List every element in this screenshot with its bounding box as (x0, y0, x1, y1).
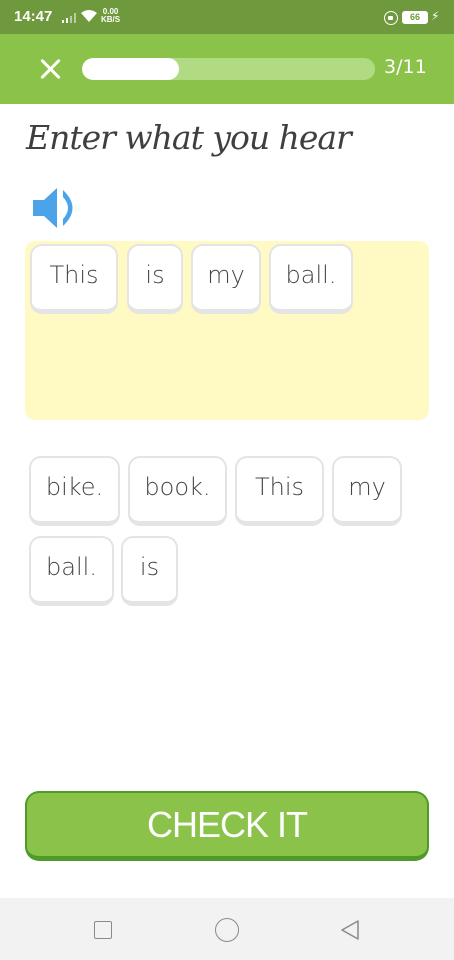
progress-bar (82, 58, 375, 80)
battery-icon: 66 (402, 11, 428, 24)
lock-icon (384, 11, 398, 25)
word-label: bike. (45, 472, 104, 501)
net-speed: 0.00 KB/S (101, 8, 120, 24)
back-icon[interactable] (338, 918, 362, 942)
progress-fill (82, 58, 179, 80)
word-label: is (145, 260, 165, 289)
charging-icon: ⚡ (431, 9, 440, 23)
page-title: Enter what you hear (26, 118, 352, 157)
recents-icon[interactable] (94, 921, 112, 939)
close-icon[interactable] (34, 54, 66, 86)
answer-word-chip[interactable]: ball. (269, 244, 353, 314)
word-bank-chip[interactable]: my (332, 456, 402, 526)
word-label: my (207, 260, 245, 289)
word-bank-chip[interactable]: book. (128, 456, 227, 526)
signal-icon (62, 13, 76, 23)
net-speed-unit: KB/S (101, 15, 121, 24)
word-bank-chip[interactable]: ball. (29, 536, 114, 606)
word-label: This (254, 472, 305, 501)
word-bank-chip[interactable]: This (235, 456, 324, 526)
progress-count: 3/11 (384, 56, 427, 78)
lesson-header: 3/11 (0, 34, 454, 104)
word-label: my (348, 472, 386, 501)
word-label: ball. (285, 260, 337, 289)
word-label: book. (144, 472, 211, 501)
word-label: ball. (46, 552, 97, 581)
system-nav-bar (0, 898, 454, 960)
answer-word-chip[interactable]: my (191, 244, 261, 314)
home-icon[interactable] (215, 918, 239, 942)
answer-word-chip[interactable]: This (30, 244, 118, 314)
status-time: 14:47 (14, 8, 53, 25)
check-it-button[interactable]: CHECK IT (25, 791, 429, 861)
word-label: This (49, 260, 99, 289)
word-label: is (139, 552, 160, 581)
word-bank-chip[interactable]: bike. (29, 456, 120, 526)
status-bar: 14:47 0.00 KB/S 66 ⚡ (0, 0, 454, 34)
wifi-icon (81, 10, 97, 22)
answer-word-chip[interactable]: is (127, 244, 183, 314)
word-bank-chip[interactable]: is (121, 536, 178, 606)
speaker-icon[interactable] (30, 184, 86, 232)
